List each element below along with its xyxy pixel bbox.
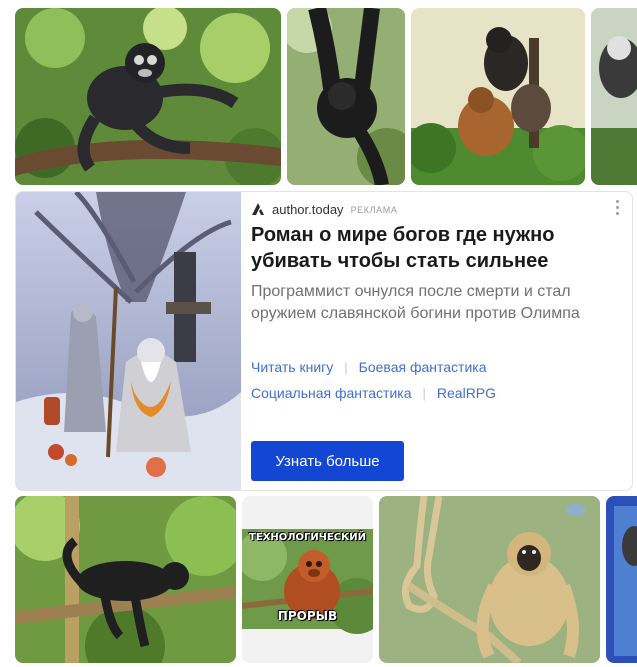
monkey-image-5[interactable] [15, 496, 236, 663]
monkey-image-3-graphic [411, 8, 585, 185]
tag-link[interactable]: Боевая фантастика [359, 359, 487, 375]
meme-caption-bottom: ПРОРЫВ [277, 609, 338, 623]
ad-body: author.today РЕКЛАМА Роман о мире богов … [251, 192, 632, 490]
tag-row: Читать книгу | Боевая фантастика [251, 354, 621, 380]
ad-source[interactable]: author.today РЕКЛАМА [251, 201, 397, 217]
meme-image-graphic [242, 496, 373, 663]
monkey-image-8-graphic [606, 496, 637, 663]
monkey-image-8[interactable] [606, 496, 637, 663]
ad-card[interactable]: author.today РЕКЛАМА Роман о мире богов … [15, 191, 633, 491]
learn-more-button[interactable]: Узнать больше [251, 441, 404, 481]
monkey-image-7-graphic [379, 496, 600, 663]
tag-link[interactable]: RealRPG [437, 385, 496, 401]
tag-separator: | [422, 385, 426, 401]
tag-row: Социальная фантастика | RealRPG [251, 380, 621, 406]
monkey-image-5-graphic [15, 496, 236, 663]
ad-tags: Читать книгу | Боевая фантастика Социаль… [251, 354, 621, 406]
more-options-icon[interactable] [614, 200, 620, 218]
monkey-image-3[interactable] [411, 8, 585, 185]
ad-source-name[interactable]: author.today [272, 202, 344, 217]
monkey-image-2-graphic [287, 8, 405, 185]
monkey-image-2[interactable] [287, 8, 405, 185]
meme-caption-top: ТЕХНОЛОГИЧЕСКИЙ [249, 532, 366, 543]
tag-link[interactable]: Социальная фантастика [251, 385, 412, 401]
ad-description: Программист очнулся после смерти и стал … [251, 283, 580, 322]
ad-image-graphic [16, 192, 241, 490]
monkey-image-4-graphic [591, 8, 637, 185]
monkey-image-7[interactable] [379, 496, 600, 663]
tag-separator: | [344, 359, 348, 375]
tag-link[interactable]: Читать книгу [251, 359, 333, 375]
meme-image[interactable]: ТЕХНОЛОГИЧЕСКИЙ ПРОРЫВ [242, 496, 373, 663]
monkey-image-1[interactable] [15, 8, 281, 185]
monkey-image-1-graphic [15, 8, 281, 185]
ad-title[interactable]: Роман о мире богов где нужно убивать что… [251, 222, 601, 274]
ad-label: РЕКЛАМА [350, 205, 398, 215]
ad-image[interactable] [16, 192, 241, 490]
monkey-image-4[interactable] [591, 8, 637, 185]
author-today-logo-icon [252, 203, 264, 215]
